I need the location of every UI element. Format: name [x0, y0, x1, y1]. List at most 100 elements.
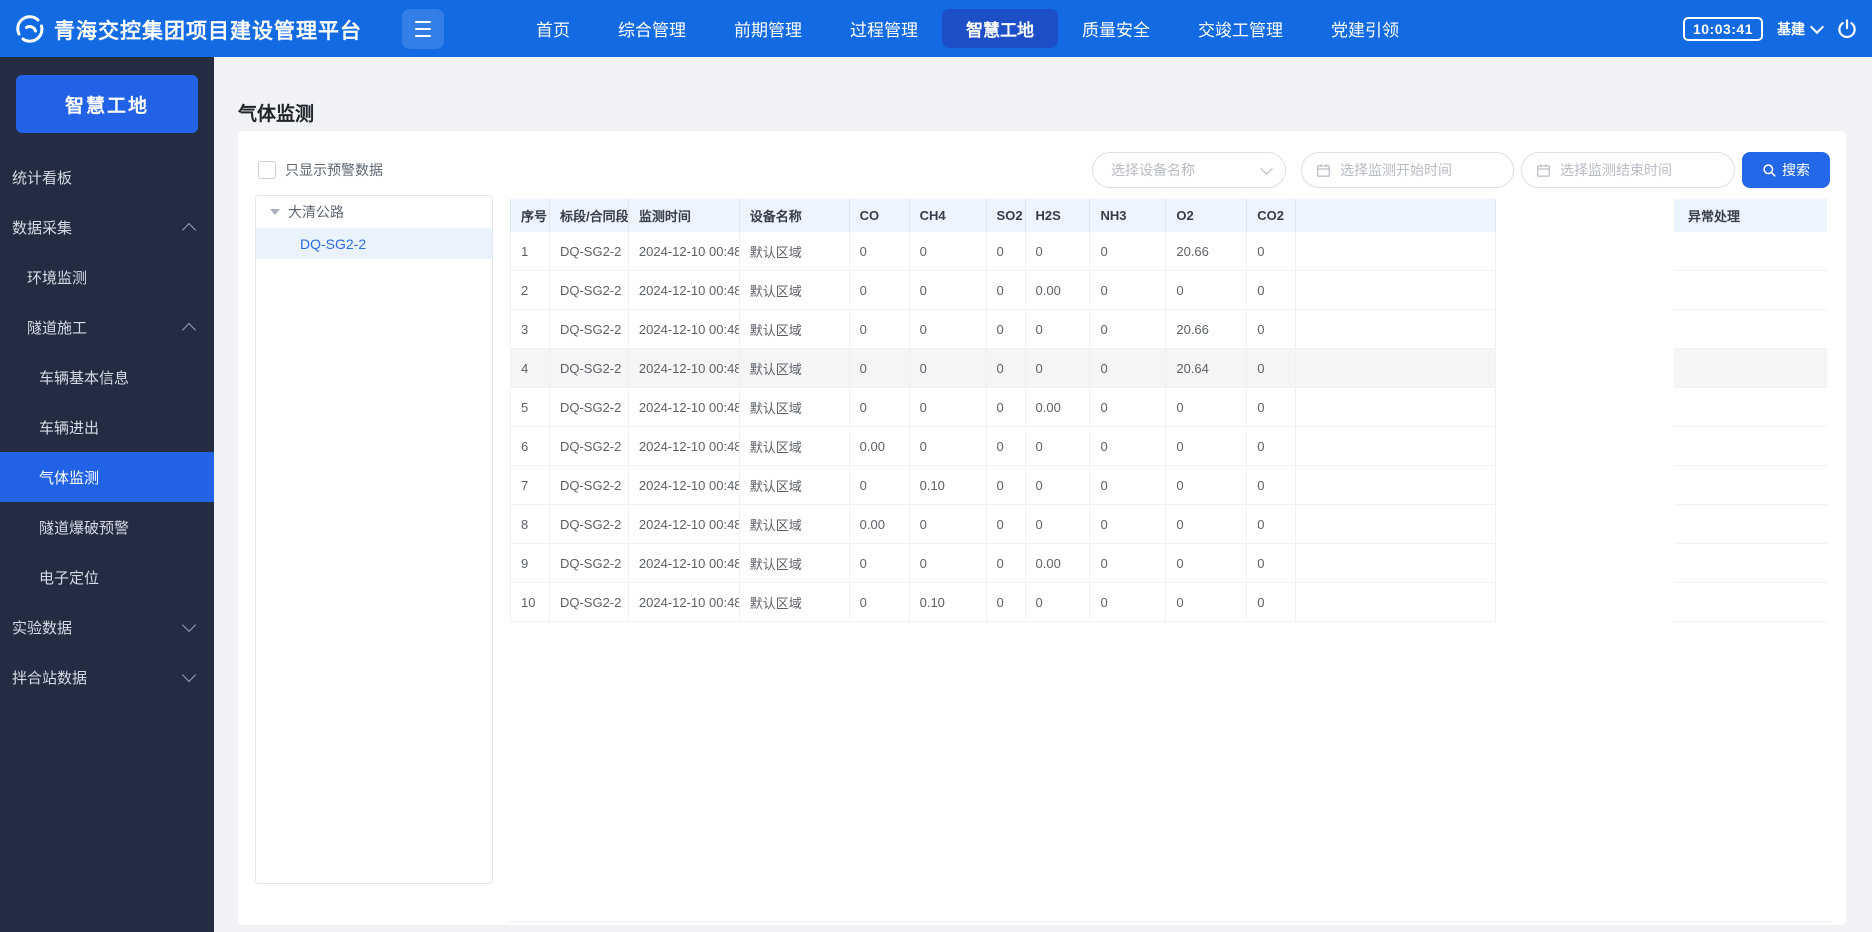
sidebar-item[interactable]: 隧道爆破预警 — [0, 502, 214, 552]
nav-item[interactable]: 首页 — [512, 9, 594, 48]
table-cell: DQ-SG2-2 — [549, 505, 629, 544]
table-cell: 0 — [1090, 505, 1167, 544]
table-cell-filler — [1296, 232, 1497, 271]
column-header: CO — [850, 199, 910, 232]
user-menu[interactable]: 基建 — [1777, 19, 1825, 39]
table-cell: DQ-SG2-2 — [549, 271, 629, 310]
column-header: O2 — [1166, 199, 1248, 232]
sidebar-item[interactable]: 实验数据 — [0, 602, 214, 652]
column-header: 设备名称 — [740, 199, 850, 232]
tree-node-selected[interactable]: DQ-SG2-2 — [256, 228, 492, 259]
table-cell: 0 — [1090, 388, 1167, 427]
sidebar-item-label: 车辆进出 — [39, 419, 100, 437]
sidebar-module-button[interactable]: 智慧工地 — [16, 75, 198, 133]
table-cell-filler — [1296, 427, 1497, 466]
table-cell: 0 — [1025, 310, 1091, 349]
table-cell: 9 — [511, 544, 550, 583]
table-cell: 10 — [511, 583, 550, 622]
nav-item[interactable]: 综合管理 — [594, 9, 710, 48]
search-button[interactable]: 搜索 — [1742, 152, 1830, 188]
table-cell: 0 — [909, 349, 987, 388]
page-title: 气体监测 — [238, 103, 315, 125]
end-time-placeholder: 选择监测结束时间 — [1560, 162, 1672, 178]
table-cell: 0 — [849, 388, 910, 427]
device-name-select[interactable]: 选择设备名称 — [1092, 152, 1286, 188]
table-cell: 0 — [1025, 583, 1091, 622]
table-cell: 0 — [1166, 388, 1248, 427]
tree-node-root[interactable]: 大清公路 — [256, 196, 492, 228]
table-cell: 0 — [986, 310, 1026, 349]
sidebar-item[interactable]: 车辆基本信息 — [0, 352, 214, 402]
table-cell-filler — [1296, 544, 1497, 583]
table-cell: 0 — [986, 349, 1026, 388]
sidebar-item[interactable]: 车辆进出 — [0, 402, 214, 452]
nav-item[interactable]: 智慧工地 — [942, 9, 1058, 48]
fixed-column-cell — [1674, 349, 1827, 388]
table-cell: 0 — [1247, 583, 1297, 622]
table-cell: 0 — [849, 466, 910, 505]
project-tree-panel: 大清公路 DQ-SG2-2 — [255, 195, 493, 884]
table-row[interactable]: 3DQ-SG2-22024-12-10 00:48:...默认区域0000020… — [510, 310, 1497, 349]
nav-item[interactable]: 质量安全 — [1058, 9, 1174, 48]
sidebar-item[interactable]: 电子定位 — [0, 552, 214, 602]
table-row[interactable]: 7DQ-SG2-22024-12-10 00:48:...默认区域00.1000… — [510, 466, 1497, 505]
table-row[interactable]: 4DQ-SG2-22024-12-10 00:48:...默认区域0000020… — [510, 349, 1497, 388]
fixed-column-cell — [1674, 271, 1827, 310]
table-cell: 0 — [986, 271, 1026, 310]
table-cell: 默认区域 — [739, 349, 850, 388]
table-cell: 2024-12-10 00:48:... — [628, 310, 740, 349]
table-cell: 4 — [511, 349, 550, 388]
sidebar-item[interactable]: 环境监测 — [0, 252, 214, 302]
warning-only-checkbox[interactable]: 只显示预警数据 — [258, 160, 383, 180]
table-row[interactable]: 5DQ-SG2-22024-12-10 00:48:...默认区域0000.00… — [510, 388, 1497, 427]
search-icon — [1762, 163, 1777, 178]
table-row[interactable]: 10DQ-SG2-22024-12-10 00:48:...默认区域00.100… — [510, 583, 1497, 622]
sidebar-item[interactable]: 气体监测 — [0, 452, 214, 502]
table-cell: DQ-SG2-2 — [549, 427, 629, 466]
column-header: CH4 — [910, 199, 987, 232]
table-cell: 0 — [986, 544, 1026, 583]
table-cell: 默认区域 — [739, 505, 850, 544]
table-cell: 默认区域 — [739, 271, 850, 310]
table-header-row: 序号 标段/合同段 监测时间 设备名称 CO CH4 SO2 H2S NH3 O2 CO2 — [510, 199, 1497, 232]
table-cell: 20.66 — [1166, 310, 1248, 349]
sidebar-item[interactable]: 数据采集 — [0, 202, 214, 252]
table-cell: 0.00 — [849, 427, 910, 466]
device-select-placeholder: 选择设备名称 — [1111, 162, 1195, 178]
sidebar-item[interactable]: 统计看板 — [0, 152, 214, 202]
sidebar-item[interactable]: 拌合站数据 — [0, 652, 214, 702]
table-cell: 2024-12-10 00:48:... — [628, 271, 740, 310]
nav-item[interactable]: 交竣工管理 — [1174, 9, 1307, 48]
table-cell: 默认区域 — [739, 427, 850, 466]
column-header: 序号 — [511, 199, 550, 232]
nav-item[interactable]: 前期管理 — [710, 9, 826, 48]
sidebar-item[interactable]: 隧道施工 — [0, 302, 214, 352]
table-cell: 0 — [1166, 466, 1248, 505]
logout-power-button[interactable] — [1836, 18, 1858, 40]
table-cell: 0 — [986, 505, 1026, 544]
table-cell: 8 — [511, 505, 550, 544]
nav-item[interactable]: 党建引领 — [1307, 9, 1423, 48]
table-row[interactable]: 2DQ-SG2-22024-12-10 00:48:...默认区域0000.00… — [510, 271, 1497, 310]
table-cell-filler — [1296, 583, 1497, 622]
top-nav: 首页 综合管理 前期管理 过程管理 智慧工地 质量安全 交竣工管理 党建引领 — [512, 0, 1423, 57]
nav-item[interactable]: 过程管理 — [826, 9, 942, 48]
table-row[interactable]: 6DQ-SG2-22024-12-10 00:48:...默认区域0.00000… — [510, 427, 1497, 466]
table-cell: 默认区域 — [739, 466, 850, 505]
table-cell: 0 — [909, 388, 987, 427]
start-time-picker[interactable]: 选择监测开始时间 — [1301, 152, 1514, 188]
table-cell: 0 — [849, 271, 910, 310]
sidebar-item-label: 数据采集 — [12, 219, 73, 237]
table-row[interactable]: 1DQ-SG2-22024-12-10 00:48:...默认区域0000020… — [510, 232, 1497, 271]
table-cell: 0 — [986, 427, 1026, 466]
table-cell: 0 — [1090, 271, 1167, 310]
table-cell-filler — [1296, 505, 1497, 544]
end-time-picker[interactable]: 选择监测结束时间 — [1521, 152, 1735, 188]
table-cell: 0 — [1247, 427, 1297, 466]
menu-collapse-button[interactable] — [402, 9, 444, 49]
table-row[interactable]: 8DQ-SG2-22024-12-10 00:48:...默认区域0.00000… — [510, 505, 1497, 544]
table-cell: 3 — [511, 310, 550, 349]
table-cell: 0 — [1090, 310, 1167, 349]
table-row[interactable]: 9DQ-SG2-22024-12-10 00:48:...默认区域0000.00… — [510, 544, 1497, 583]
table-cell: 7 — [511, 466, 550, 505]
